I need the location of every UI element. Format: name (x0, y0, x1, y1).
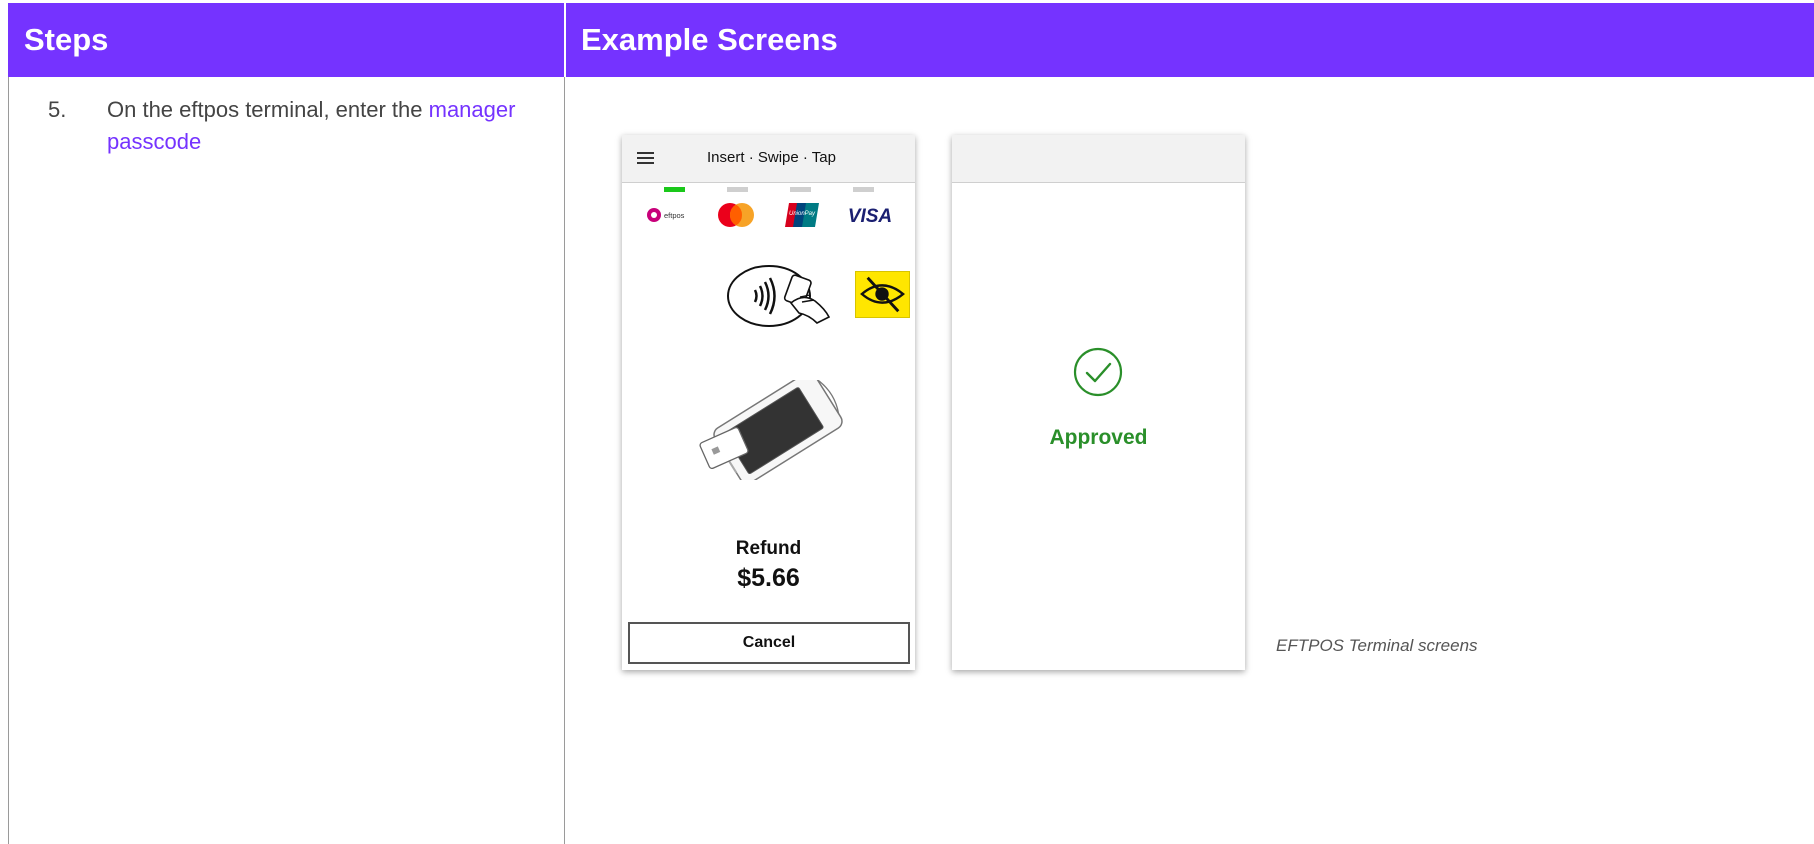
no-look-eye-icon (855, 271, 910, 318)
header-divider (564, 3, 566, 77)
step-number: 5. (48, 97, 67, 122)
card-indicator-mastercard (727, 187, 748, 192)
terminal-screen-approved: Approved (952, 135, 1245, 670)
unionpay-logo-text: UnionPay (789, 211, 816, 217)
terminal-card-insert-illustration (699, 380, 843, 480)
visa-logo-text: VISA (848, 206, 892, 227)
terminal-topbar: Insert · Swipe · Tap (622, 135, 915, 183)
terminal-screen-insert-swipe-tap: Insert · Swipe · Tap eftpos UnionPay VIS… (622, 135, 915, 670)
eftpos-logo-text: eftpos (664, 211, 685, 220)
eftpos-logo-icon: eftpos (647, 208, 685, 222)
figure-caption: EFTPOS Terminal screens (1276, 636, 1478, 655)
steps-column-header: Steps (24, 22, 109, 57)
table-header: Steps Example Screens (8, 3, 1814, 77)
table-left-border (8, 77, 9, 844)
checkmark-circle-icon (1073, 347, 1123, 397)
table-column-divider (564, 77, 565, 844)
terminal-topbar-approved (952, 135, 1245, 183)
step-text-before: On the eftpos terminal, enter the (107, 97, 429, 122)
mastercard-logo-icon (718, 203, 754, 227)
cancel-button[interactable]: Cancel (628, 622, 910, 664)
terminal-title-text: Insert · Swipe · Tap (707, 149, 836, 166)
unionpay-logo-icon: UnionPay (785, 203, 819, 227)
approved-status: Approved (1049, 426, 1148, 449)
card-indicator-visa (853, 187, 874, 192)
step-text: On the eftpos terminal, enter the manage… (107, 94, 547, 158)
contactless-tap-icon (727, 265, 831, 327)
card-indicator-eftpos (664, 187, 685, 192)
card-indicator-unionpay (790, 187, 811, 192)
visa-logo-icon: VISA (848, 206, 892, 227)
transaction-amount: $5.66 (737, 564, 800, 592)
transaction-type: Refund (735, 538, 802, 559)
example-screens-column-header: Example Screens (581, 22, 838, 57)
terminal-title: Insert · Swipe · Tap (622, 149, 915, 166)
